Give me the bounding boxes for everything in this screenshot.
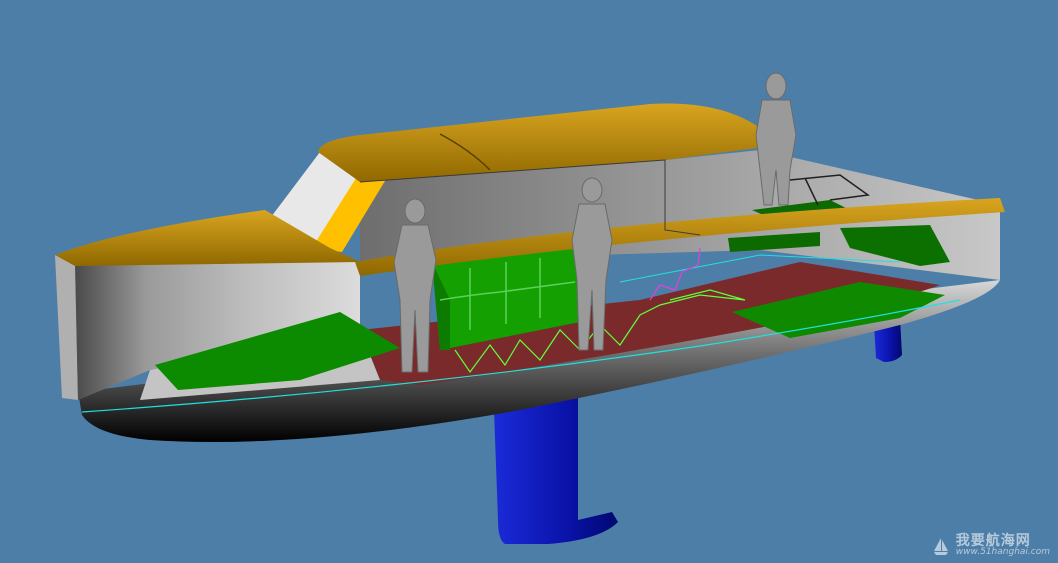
boat-render [55,72,1005,544]
watermark: 我要航海网 www.51hanghai.com [930,534,1050,557]
sailboat-logo-icon [930,536,952,556]
cad-viewport[interactable]: 我要航海网 www.51hanghai.com [0,0,1058,563]
watermark-url: www.51hanghai.com [955,547,1050,557]
main-foil-strut [494,392,618,544]
hull-transom [55,255,78,400]
watermark-title: 我要航海网 [955,533,1031,549]
